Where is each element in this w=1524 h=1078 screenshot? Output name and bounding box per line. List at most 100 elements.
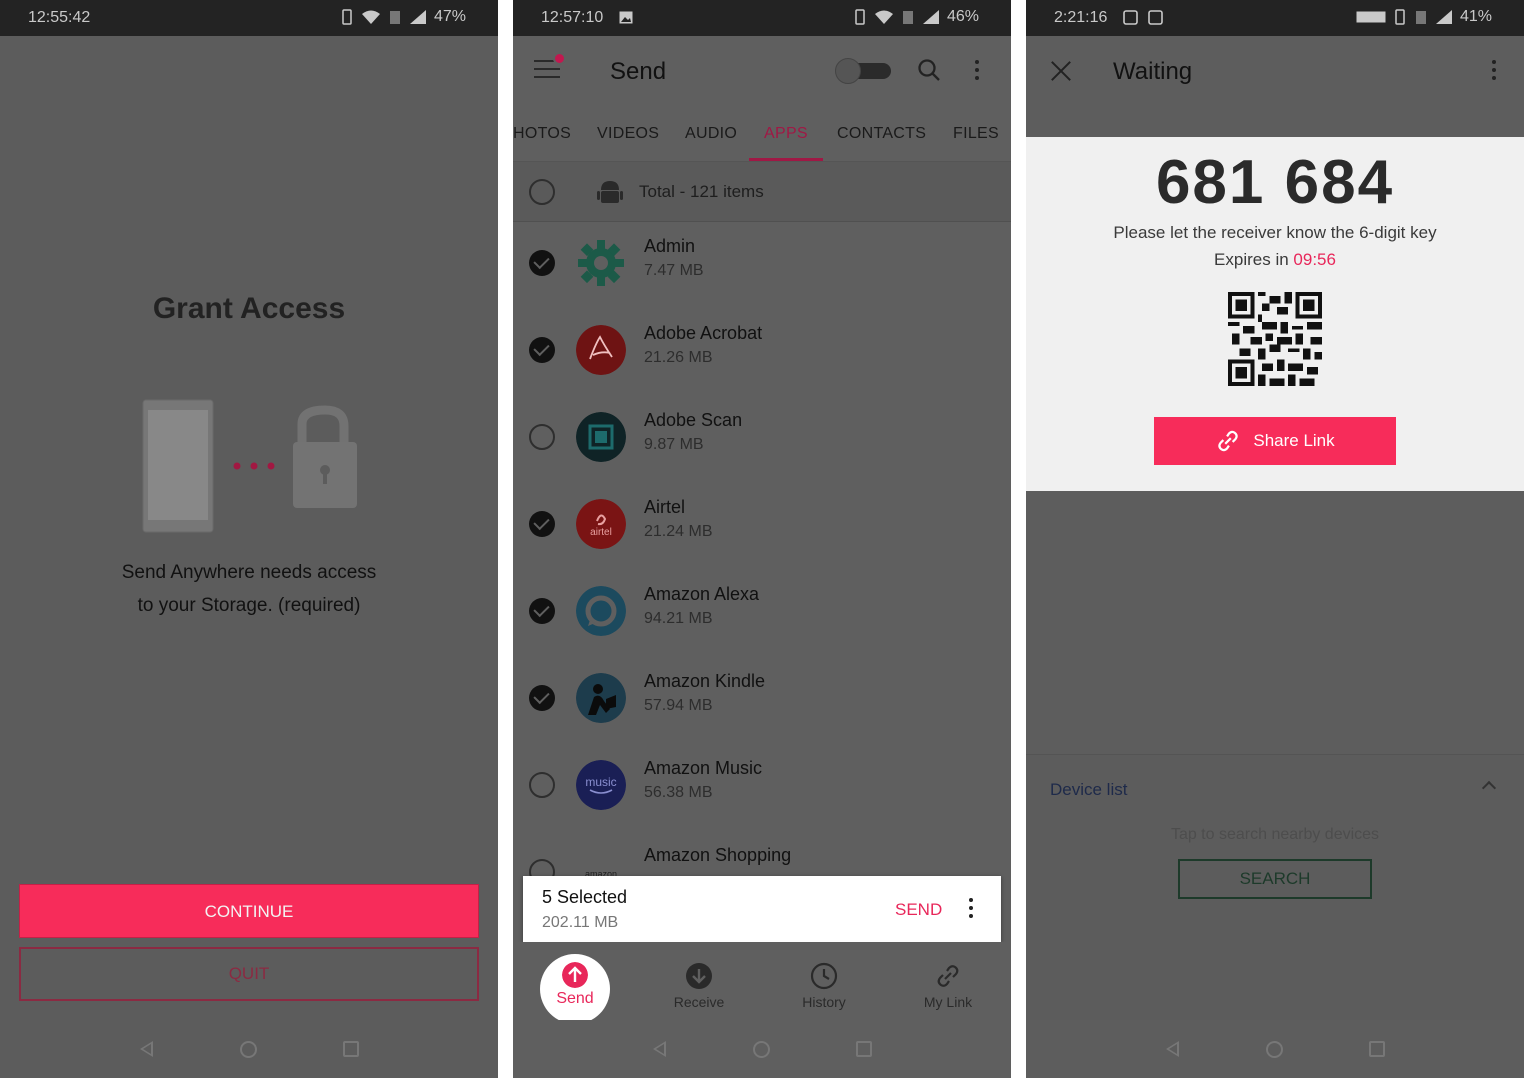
app-bar: Send <box>513 36 1011 106</box>
tab-videos[interactable]: VIDEOS <box>597 125 659 143</box>
battery-level: 41% <box>1459 8 1492 25</box>
app-bar: Waiting <box>1026 36 1524 106</box>
link-icon <box>1218 430 1239 452</box>
list-item[interactable]: Adobe Scan 9.87 MB <box>513 400 1011 487</box>
list-item[interactable]: Adobe Acrobat 21.26 MB <box>513 313 1011 400</box>
close-icon[interactable] <box>1050 60 1072 82</box>
link-icon <box>937 965 959 987</box>
app-name: Amazon Shopping <box>644 845 792 865</box>
music-logo-text: music <box>585 775 616 789</box>
item-checkbox[interactable] <box>529 685 555 711</box>
key-hint: Please let the receiver know the 6-digit… <box>1113 223 1437 242</box>
status-icons: 46% <box>853 8 979 26</box>
status-time: 12:57:10 <box>541 9 604 26</box>
device-list-title: Device list <box>1050 780 1128 799</box>
nav-send[interactable]: Send <box>540 954 610 1024</box>
airtel-logo-text: airtel <box>590 527 612 538</box>
upload-icon <box>562 962 588 988</box>
quit-button[interactable]: QUIT <box>19 947 479 1001</box>
app-name: Amazon Kindle <box>644 671 766 691</box>
share-link-label: Share Link <box>1253 431 1335 450</box>
selection-overflow-icon[interactable] <box>969 898 973 922</box>
permission-message: Send Anywhere needs access to your Stora… <box>0 556 498 622</box>
system-nav-bar <box>0 1020 498 1078</box>
no-signal-icon <box>1415 11 1426 24</box>
app-size: 94.21 MB <box>644 610 713 627</box>
back-icon[interactable] <box>140 1041 153 1057</box>
permission-line-1: Send Anywhere needs access <box>121 562 377 583</box>
selected-count: 5 Selected <box>542 887 628 907</box>
status-time: 12:55:42 <box>28 9 91 26</box>
tab-audio[interactable]: AUDIO <box>685 125 737 143</box>
list-item[interactable]: Amazon Alexa 94.21 MB <box>513 574 1011 661</box>
back-icon[interactable] <box>653 1041 666 1057</box>
status-icons: 47% <box>340 8 466 26</box>
six-digit-key: 681 684 <box>1155 148 1395 217</box>
home-icon[interactable] <box>753 1041 770 1058</box>
item-checkbox[interactable] <box>529 424 555 450</box>
nav-history-label: History <box>802 994 846 1010</box>
nav-send-label: Send <box>556 990 594 1007</box>
tab-contacts[interactable]: CONTACTS <box>837 125 926 143</box>
send-button[interactable]: SEND <box>895 900 942 920</box>
signal-icon <box>1435 10 1452 24</box>
search-icon[interactable] <box>917 58 941 82</box>
list-item[interactable]: music Amazon Music 56.38 MB <box>513 748 1011 835</box>
tab-photos[interactable]: HOTOS <box>513 125 571 143</box>
continue-button[interactable]: CONTINUE <box>19 884 479 938</box>
phone-send-apps: 12:57:10 46% Send HOTOS VIDEOS AUDIO APP… <box>513 0 1011 1078</box>
scan-icon <box>576 412 626 462</box>
home-icon[interactable] <box>1266 1041 1283 1058</box>
signal-icon <box>922 10 939 24</box>
back-icon[interactable] <box>1166 1041 1179 1057</box>
search-devices-button[interactable]: SEARCH <box>1178 859 1372 899</box>
nav-receive[interactable]: Receive <box>654 962 744 1010</box>
status-icons: 41% <box>1356 8 1492 26</box>
gear-icon <box>578 240 624 286</box>
recents-icon[interactable] <box>856 1041 872 1057</box>
selected-size: 202.11 MB <box>542 914 619 931</box>
no-signal-icon <box>389 11 400 24</box>
wifi-icon <box>361 10 380 24</box>
app-size: 56.38 MB <box>644 784 713 801</box>
selection-bar: 5 Selected 202.11 MB SEND <box>523 876 1001 942</box>
list-item[interactable]: airtel Airtel 21.24 MB <box>513 487 1011 574</box>
device-search-hint: Tap to search nearby devices <box>1170 826 1380 843</box>
no-signal-icon <box>902 11 913 24</box>
item-checkbox[interactable] <box>529 337 555 363</box>
expires-line: Expires in 09:56 <box>1026 250 1524 270</box>
tab-apps[interactable]: APPS <box>764 125 808 143</box>
list-item[interactable]: Admin 7.47 MB <box>513 226 1011 313</box>
volte-icon <box>1356 11 1386 23</box>
share-link-button[interactable]: Share Link <box>1154 417 1396 465</box>
item-checkbox[interactable] <box>529 598 555 624</box>
nav-history[interactable]: History <box>779 962 869 1010</box>
nav-my-link[interactable]: My Link <box>903 962 993 1010</box>
page-title: Grant Access <box>152 292 346 325</box>
recents-icon[interactable] <box>1369 1041 1385 1057</box>
status-bar: 12:55:42 47% <box>0 0 498 36</box>
app-size: 7.47 MB <box>644 262 704 279</box>
app-size: 21.26 MB <box>644 349 713 366</box>
expires-countdown: 09:56 <box>1293 250 1336 269</box>
vibrate-icon <box>1395 9 1405 25</box>
qr-code <box>1228 292 1322 386</box>
overflow-menu-icon[interactable] <box>1492 60 1496 84</box>
overflow-menu-icon[interactable] <box>975 60 979 84</box>
select-all-checkbox[interactable] <box>529 179 555 205</box>
select-all-row[interactable]: Total - 121 items <box>513 162 1011 222</box>
tab-files[interactable]: FILES <box>953 125 999 143</box>
item-checkbox[interactable] <box>529 250 555 276</box>
list-item[interactable]: Amazon Kindle 57.94 MB <box>513 661 1011 748</box>
alexa-icon <box>576 586 626 636</box>
item-checkbox[interactable] <box>529 511 555 537</box>
item-checkbox[interactable] <box>529 772 555 798</box>
app-size: 21.24 MB <box>644 523 713 540</box>
home-icon[interactable] <box>240 1041 257 1058</box>
total-items-label: Total - 121 items <box>639 182 764 201</box>
vibrate-icon <box>342 9 352 25</box>
recents-icon[interactable] <box>343 1041 359 1057</box>
chevron-up-icon[interactable] <box>1481 780 1497 796</box>
status-time: 2:21:16 <box>1054 9 1108 26</box>
device-mode-toggle[interactable] <box>835 58 893 84</box>
